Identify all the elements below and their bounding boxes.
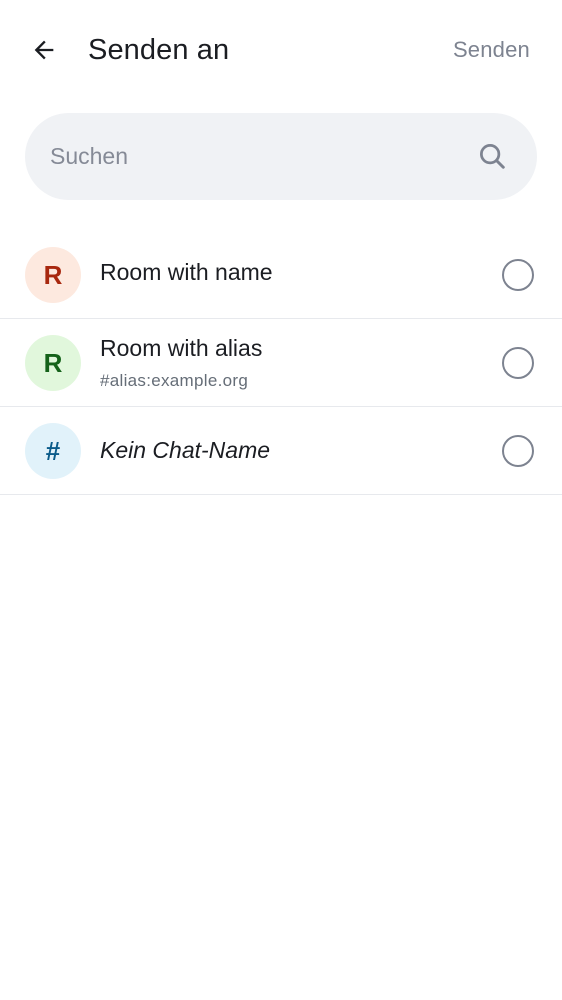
avatar-initial: R xyxy=(43,259,63,290)
radio-button[interactable] xyxy=(502,435,534,467)
back-button[interactable] xyxy=(22,28,66,72)
radio-button[interactable] xyxy=(502,259,534,291)
room-name: Kein Chat-Name xyxy=(100,437,271,463)
room-list: R Room with name R Room with alias #alia… xyxy=(0,231,562,495)
avatar-initial: R xyxy=(43,347,63,378)
top-app-bar: Senden an Senden xyxy=(0,0,562,100)
avatar: R xyxy=(25,247,81,303)
list-item[interactable]: R Room with name xyxy=(0,231,562,319)
arrow-left-icon xyxy=(34,40,54,60)
page-title: Senden an xyxy=(88,34,230,66)
avatar-initial: # xyxy=(45,435,61,466)
search-input[interactable] xyxy=(50,113,470,200)
avatar: R xyxy=(25,335,81,391)
search-icon[interactable] xyxy=(477,141,507,171)
room-name: Room with alias xyxy=(100,335,263,361)
list-item[interactable]: R Room with alias #alias:example.org xyxy=(0,319,562,407)
room-name: Room with name xyxy=(100,259,273,285)
radio-button[interactable] xyxy=(502,347,534,379)
search-bar[interactable] xyxy=(25,113,537,200)
send-button[interactable]: Senden xyxy=(453,30,530,70)
list-item[interactable]: # Kein Chat-Name xyxy=(0,407,562,495)
room-alias: #alias:example.org xyxy=(100,371,249,390)
avatar: # xyxy=(25,423,81,479)
